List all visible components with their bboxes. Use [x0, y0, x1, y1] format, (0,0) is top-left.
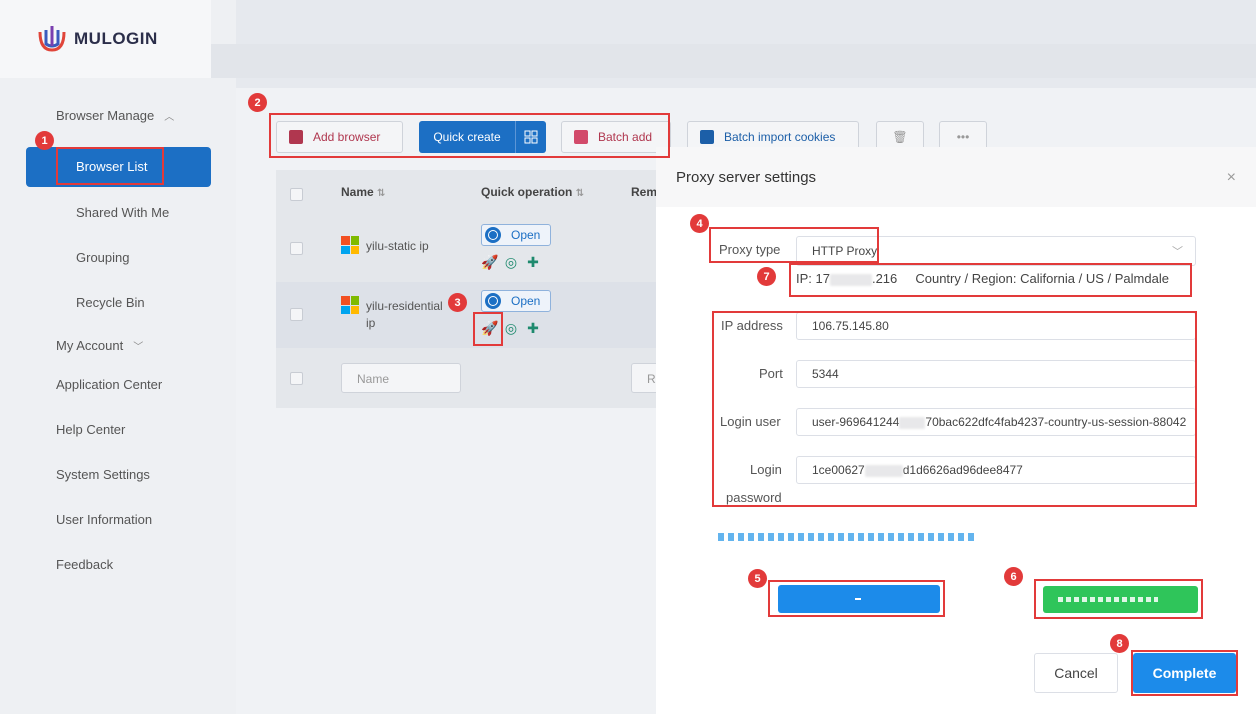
trash-icon: 🗑 [892, 130, 908, 144]
quick-op-icons: 🚀 ◎ ✚ [481, 254, 541, 270]
annotation-box-2 [269, 113, 670, 158]
filter-checkbox[interactable] [290, 372, 303, 385]
windows-icon [341, 296, 359, 314]
annotation-box-8 [1131, 650, 1238, 696]
dialog-header: Proxy server settings × [656, 147, 1256, 207]
puzzle-icon[interactable]: ✚ [525, 320, 541, 336]
sidebar-item-system-settings[interactable]: System Settings [56, 467, 150, 482]
annotation-box-6 [1034, 579, 1203, 619]
button-label: Batch import cookies [724, 130, 836, 144]
select-all-checkbox[interactable] [290, 188, 303, 201]
brand-name: MULOGIN [74, 29, 158, 48]
column-header-name[interactable]: Name ⇅ [341, 185, 385, 199]
annotation-box-5 [768, 580, 945, 617]
more-icon: ••• [956, 130, 970, 144]
open-button[interactable]: Open [481, 224, 551, 246]
annotation-box-3 [473, 312, 503, 346]
sidebar-item-grouping[interactable]: Grouping [76, 250, 129, 265]
row-checkbox[interactable] [290, 242, 303, 255]
annotation-box-1 [56, 147, 164, 185]
puzzle-icon[interactable]: ✚ [525, 254, 541, 270]
row-name: yilu-static ip [366, 239, 429, 253]
mulogin-logo-icon [36, 24, 68, 54]
chrome-icon [485, 227, 501, 243]
annotation-badge: 6 [1004, 567, 1023, 586]
row-checkbox[interactable] [290, 308, 303, 321]
sidebar-item-help-center[interactable]: Help Center [56, 422, 125, 437]
sidebar-item-user-information[interactable]: User Information [56, 512, 152, 527]
fingerprint-icon[interactable]: ◎ [503, 254, 519, 270]
dialog-title: Proxy server settings [676, 169, 817, 186]
sidebar-item-my-account[interactable]: My Account ﹀ [56, 338, 143, 353]
annotation-badge: 1 [35, 131, 54, 150]
button-label: Open [511, 228, 541, 242]
sort-icon: ⇅ [575, 188, 585, 199]
close-icon[interactable]: × [1227, 169, 1236, 187]
sidebar-item-label: Browser Manage [56, 108, 155, 123]
header-label: Name [341, 185, 374, 199]
table-row-highlight [276, 282, 656, 348]
annotation-badge: 4 [690, 214, 709, 233]
open-button[interactable]: Open [481, 290, 551, 312]
sidebar-item-application-center[interactable]: Application Center [56, 377, 162, 392]
annotation-badge: 2 [248, 93, 267, 112]
fingerprint-icon[interactable]: ◎ [503, 320, 519, 336]
annotation-badge: 5 [748, 569, 767, 588]
row-name: yilu-residential ip [366, 299, 443, 330]
windows-icon [341, 236, 359, 254]
logo: MULOGIN [0, 0, 211, 78]
sidebar-item-shared-with-me[interactable]: Shared With Me [76, 205, 169, 220]
sidebar-item-recycle-bin[interactable]: Recycle Bin [76, 295, 145, 310]
sidebar-item-label: My Account [56, 338, 124, 353]
chevron-down-icon: ﹀ [1172, 246, 1183, 258]
chevron-up-icon: ︿ [164, 112, 175, 123]
ship-icon [700, 130, 714, 144]
sort-icon: ⇅ [377, 188, 386, 199]
sidebar-item-feedback[interactable]: Feedback [56, 557, 113, 572]
annotation-badge: 8 [1110, 634, 1129, 653]
cancel-button[interactable]: Cancel [1034, 653, 1118, 693]
annotation-badge: 3 [448, 293, 467, 312]
column-header-quick-operation[interactable]: Quick operation ⇅ [481, 185, 584, 199]
chrome-icon [485, 293, 501, 309]
annotation-box-7 [789, 263, 1192, 297]
annotation-badge: 7 [757, 267, 776, 286]
column-header-remark[interactable]: Rem [631, 185, 657, 199]
annotation-box-4 [709, 227, 879, 263]
header-label: Quick operation [481, 185, 573, 199]
name-filter-input[interactable]: Name [341, 363, 461, 393]
annotation-box-ip-fields [712, 311, 1197, 507]
sidebar-item-browser-manage[interactable]: Browser Manage ︿ [56, 108, 174, 123]
help-link-redacted[interactable] [718, 533, 976, 541]
top-bar [211, 44, 1256, 78]
button-label: Open [511, 294, 541, 308]
chevron-down-icon: ﹀ [133, 342, 144, 353]
rocket-icon[interactable]: 🚀 [481, 254, 498, 270]
